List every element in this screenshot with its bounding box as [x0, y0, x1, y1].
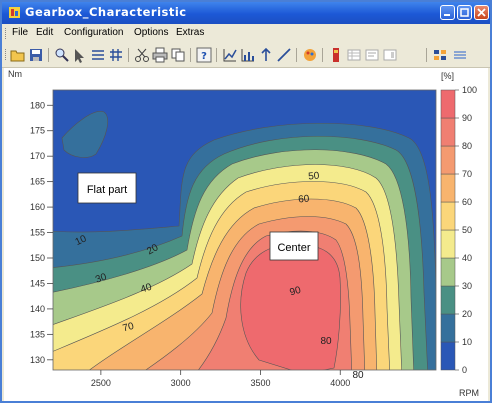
colorbar-swatch: [440, 285, 456, 315]
y-tick-label: 150: [30, 253, 45, 263]
y-tick-label: 130: [30, 355, 45, 365]
menu-grip[interactable]: [5, 28, 8, 39]
colorbar-tick-label: 80: [462, 141, 472, 151]
y-axis: 130 135 140 145 150 155 160 165 170 175 180: [30, 100, 53, 365]
scissors-icon[interactable]: [134, 47, 150, 63]
menu-configuration[interactable]: Configuration: [64, 27, 123, 38]
title-bar[interactable]: Gearbox_Characteristic: [2, 2, 490, 24]
book-icon[interactable]: [328, 47, 344, 63]
colorbar-swatch: [440, 201, 456, 231]
y-tick-label: 155: [30, 228, 45, 238]
contour-band-90: [240, 243, 341, 370]
contour-label: 80: [352, 370, 364, 381]
contour-chart[interactable]: 130 135 140 145 150 155 160 165 170 175 180 2500 30…: [4, 68, 488, 401]
minimize-button[interactable]: [440, 5, 455, 20]
colorbar-tick-label: 100: [462, 85, 477, 95]
colorbar-swatch: [440, 117, 456, 147]
colorbar-swatch: [440, 257, 456, 287]
center-annotation: Center: [277, 242, 310, 254]
x-tick-label: 3000: [171, 378, 191, 388]
layout-icon[interactable]: [382, 47, 398, 63]
cursor-icon[interactable]: [72, 47, 88, 63]
lines-icon[interactable]: [90, 47, 106, 63]
colorbar: 0 10 20 30 40 50 60 70 80 90 100: [440, 85, 477, 375]
y-tick-label: 170: [30, 151, 45, 161]
grid-icon[interactable]: [108, 47, 124, 63]
chart-area: Nm [%] RPM 130 135 140 145 150 155 160 1…: [4, 68, 488, 401]
close-button[interactable]: [474, 5, 489, 20]
palette-icon[interactable]: [302, 47, 318, 63]
colorbar-swatch: [440, 145, 456, 175]
contour-label: 50: [308, 171, 320, 183]
toolbar-separator: [296, 48, 297, 62]
y-tick-label: 135: [30, 329, 45, 339]
y-tick-label: 140: [30, 304, 45, 314]
toolbar: ?: [2, 43, 490, 68]
y-tick-label: 175: [30, 126, 45, 136]
help-icon[interactable]: ?: [196, 47, 212, 63]
arrow-icon[interactable]: [258, 47, 274, 63]
line-chart-icon[interactable]: [222, 47, 238, 63]
maximize-button[interactable]: [457, 5, 472, 20]
colorbar-swatch: [440, 89, 456, 119]
flat-part-annotation: Flat part: [87, 184, 127, 196]
print-icon[interactable]: [152, 47, 168, 63]
contour-label: 80: [320, 336, 332, 347]
y-tick-label: 160: [30, 202, 45, 212]
table-icon[interactable]: [346, 47, 362, 63]
copy-icon[interactable]: [170, 47, 186, 63]
close-icon: [477, 8, 486, 17]
colorbar-swatch: [440, 313, 456, 343]
toolbar-grip[interactable]: [5, 49, 8, 60]
menu-edit[interactable]: Edit: [36, 27, 53, 38]
y-tick-label: 165: [30, 177, 45, 187]
colorbar-tick-label: 20: [462, 309, 472, 319]
colorbar-swatch: [440, 173, 456, 203]
y-tick-label: 180: [30, 100, 45, 110]
y-tick-label: 145: [30, 278, 45, 288]
colorbar-tick-label: 40: [462, 253, 472, 263]
menu-extras[interactable]: Extras: [176, 27, 204, 38]
colorbar-tick-label: 10: [462, 337, 472, 347]
toolbar-separator: [128, 48, 129, 62]
colorbar-swatch: [440, 341, 456, 371]
colorbar-tick-label: 50: [462, 225, 472, 235]
window-title: Gearbox_Characteristic: [25, 5, 187, 19]
diagonal-icon[interactable]: [276, 47, 292, 63]
colorbar-tick-label: 90: [462, 113, 472, 123]
save-icon[interactable]: [28, 47, 44, 63]
svg-text:?: ?: [201, 51, 207, 62]
app-window: Gearbox_Characteristic File Edit Configu…: [0, 0, 492, 403]
x-tick-label: 3500: [250, 378, 270, 388]
x-tick-label: 4000: [330, 378, 350, 388]
x-tick-label: 2500: [91, 378, 111, 388]
toolbar-separator: [190, 48, 191, 62]
bar-chart-icon[interactable]: [240, 47, 256, 63]
properties-icon[interactable]: [364, 47, 380, 63]
legend-icon[interactable]: [432, 47, 448, 63]
contour-label: 60: [298, 194, 310, 206]
grid-lines-icon[interactable]: [452, 47, 468, 63]
colorbar-tick-label: 70: [462, 169, 472, 179]
menu-bar: File Edit Configuration Options Extras: [2, 24, 490, 43]
menu-file[interactable]: File: [12, 27, 28, 38]
minimize-icon: [444, 14, 450, 16]
toolbar-separator: [426, 48, 427, 62]
toolbar-separator: [216, 48, 217, 62]
open-icon[interactable]: [10, 47, 26, 63]
colorbar-swatch: [440, 229, 456, 259]
toolbar-separator: [48, 48, 49, 62]
toolbar-separator: [322, 48, 323, 62]
zoom-icon[interactable]: [54, 47, 70, 63]
colorbar-tick-label: 30: [462, 281, 472, 291]
x-axis: 2500 3000 3500 4000: [91, 370, 350, 388]
colorbar-tick-label: 60: [462, 197, 472, 207]
menu-options[interactable]: Options: [134, 27, 168, 38]
maximize-icon: [460, 8, 469, 17]
app-icon: [9, 7, 20, 18]
colorbar-tick-label: 0: [462, 365, 467, 375]
